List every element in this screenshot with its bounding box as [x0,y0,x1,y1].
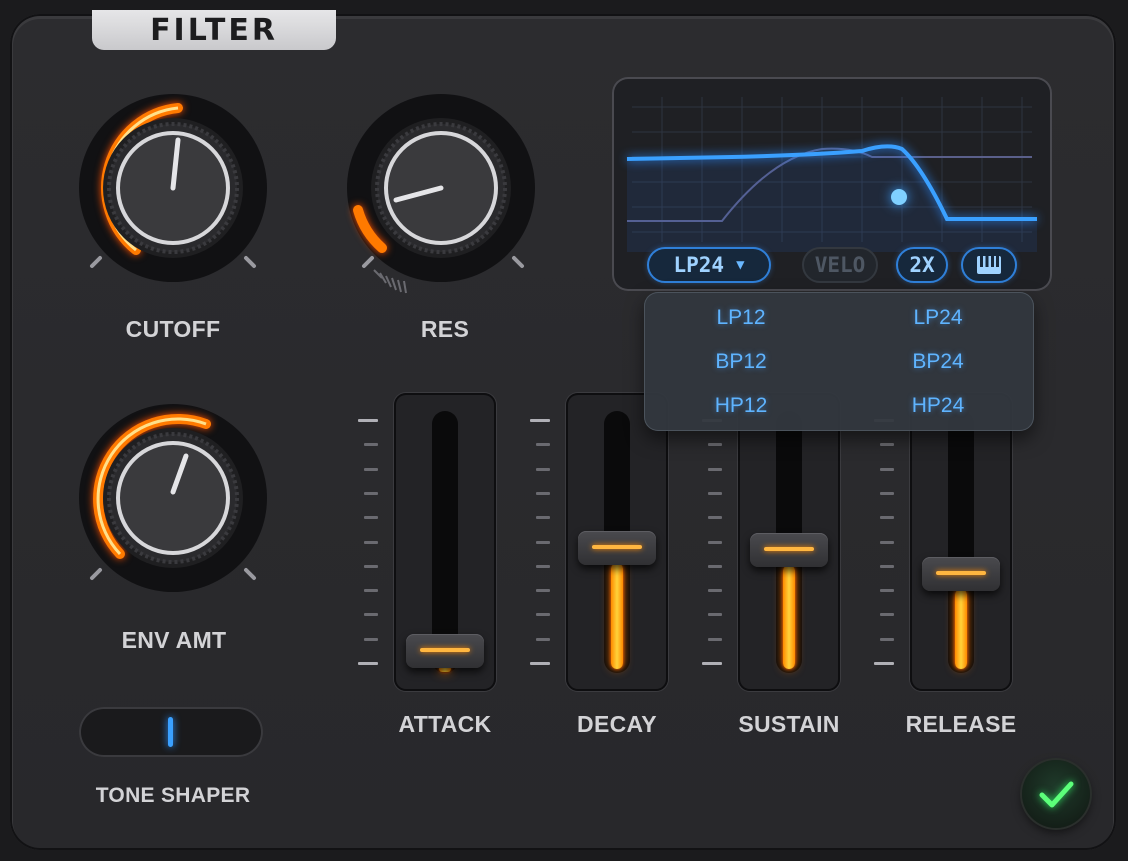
scale-tick [536,637,550,641]
scale-tick [364,443,378,447]
attack-label: ATTACK [398,711,492,737]
scale-tick [536,491,550,495]
release-level-fill [955,589,967,669]
scale-tick [364,613,378,617]
decay-scale [530,419,552,669]
filter-mode-dropdown[interactable]: LP24 ▼ [647,247,771,283]
release-label: RELEASE [905,711,1017,737]
tone-shaper-label: TONE SHAPER [95,784,251,807]
decay-label: DECAY [577,711,657,737]
tone-shaper-handle[interactable] [168,717,173,747]
scale-tick [708,613,722,617]
menu-item-lp12[interactable]: LP12 [671,306,811,330]
velo-button[interactable]: VELO [802,247,878,283]
env-amt-label: ENV AMT [121,627,227,653]
menu-item-hp24[interactable]: HP24 [868,394,1008,418]
confirm-button[interactable] [1022,760,1090,828]
decay-fader-handle[interactable] [578,531,656,565]
cutoff-knob[interactable] [70,88,276,288]
scale-tick [364,637,378,641]
decay-level-fill [611,563,623,669]
scale-tick [536,516,550,520]
attack-fader-handle[interactable] [406,634,484,669]
scale-tick [364,564,378,568]
keyboard-track-button[interactable] [961,247,1017,283]
attack-scale [358,419,380,669]
attack-fader[interactable] [394,393,496,691]
sustain-label: SUSTAIN [738,711,840,737]
piano-keys-icon [977,256,1001,274]
scale-tick [530,662,550,665]
scale-tick [708,637,722,641]
scale-tick [708,467,722,471]
release-fader[interactable] [910,393,1012,691]
scale-tick [536,589,550,593]
scale-tick [708,540,722,544]
scale-tick [708,564,722,568]
release-scale [874,419,896,669]
oversample-2x-button[interactable]: 2X [896,247,948,283]
menu-item-bp12[interactable]: BP12 [671,350,811,374]
scale-tick [536,613,550,617]
scale-tick [358,419,378,422]
scale-tick [536,467,550,471]
scale-tick [530,419,550,422]
scale-tick [880,637,894,641]
filter-mode-value: LP24 [673,253,725,277]
menu-item-lp24[interactable]: LP24 [868,306,1008,330]
scale-tick [880,540,894,544]
scale-tick [880,564,894,568]
scale-tick [536,443,550,447]
scale-tick [702,662,722,665]
scale-tick [536,564,550,568]
sustain-fader[interactable] [738,393,840,691]
filter-mode-menu: LP12 LP24 BP12 BP24 HP12 HP24 [644,292,1034,431]
scale-tick [880,467,894,471]
tone-shaper-slider[interactable] [79,707,263,757]
scale-tick [708,443,722,447]
res-label: RES [420,316,470,342]
scale-tick [880,516,894,520]
scale-tick [708,589,722,593]
decay-fader[interactable] [566,393,668,691]
checkmark-icon [1039,781,1074,808]
chevron-down-icon: ▼ [736,257,745,273]
filter-response-display[interactable]: LP24 ▼ VELO 2X [612,77,1052,291]
scale-tick [358,662,378,665]
sustain-scale [702,419,724,669]
scale-tick [708,491,722,495]
sustain-fader-handle[interactable] [750,533,828,568]
scale-tick [364,516,378,520]
scale-tick [708,516,722,520]
cutoff-label: CUTOFF [125,316,221,342]
scale-tick [880,613,894,617]
scale-tick [880,491,894,495]
res-knob[interactable] [338,88,544,298]
sustain-level-fill [783,565,795,669]
scale-tick [874,662,894,665]
scale-tick [536,540,550,544]
scale-tick [880,589,894,593]
scale-tick [364,491,378,495]
scale-tick [880,443,894,447]
env-amt-knob[interactable] [70,398,276,598]
release-fader-handle[interactable] [922,557,1000,592]
scale-tick [364,540,378,544]
menu-item-hp12[interactable]: HP12 [671,394,811,418]
scale-tick [364,467,378,471]
panel-title: FILTER [92,10,336,50]
menu-item-bp24[interactable]: BP24 [868,350,1008,374]
scale-tick [364,589,378,593]
